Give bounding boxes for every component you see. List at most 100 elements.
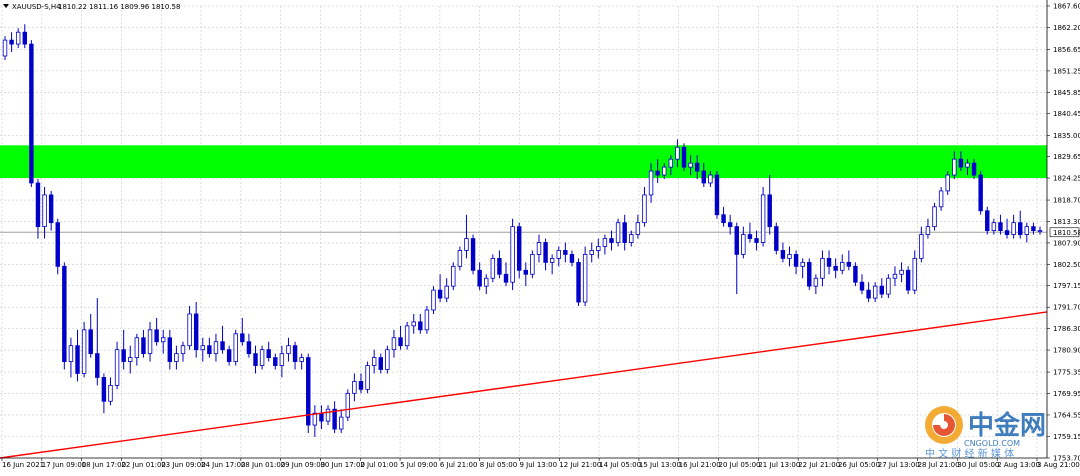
candle-body <box>325 408 331 422</box>
candle-body <box>437 289 443 299</box>
candle-body <box>622 222 627 243</box>
ohlc-label: 1810.22 1811.16 1809.96 1810.58 <box>58 3 180 11</box>
candle-body <box>180 345 186 355</box>
x-tick-label: 3 Aug 21:00 <box>1037 461 1080 469</box>
current-price-tag: 1810.58 <box>1049 227 1080 238</box>
candle-body <box>345 392 351 418</box>
candle-body <box>1004 230 1010 235</box>
price-chart: 1867.60 1862.20 1856.65 1851.25 1845.85 1840.… <box>0 0 1080 472</box>
y-tick-label: 1845.85 <box>1053 89 1080 97</box>
y-tick-label: 1818.70 <box>1053 197 1080 205</box>
candle-body <box>167 337 173 362</box>
price-tag-value: 1810.58 <box>1053 229 1080 237</box>
candle-body <box>523 269 529 275</box>
candle-body <box>767 194 772 228</box>
candle-body <box>35 182 41 228</box>
candle-body <box>787 254 792 259</box>
candle-body <box>991 222 997 232</box>
y-tick-label: 1797.15 <box>1053 282 1080 290</box>
x-tick-label: 20 Jul 05:00 <box>719 461 761 469</box>
x-tick-label: 12 Jul 21:00 <box>559 461 601 469</box>
candle-body <box>470 238 476 271</box>
candle-body <box>780 250 786 259</box>
candle-body <box>365 365 370 390</box>
candle-body <box>681 146 687 168</box>
candle-body <box>807 261 812 287</box>
candle-body <box>279 353 285 366</box>
candle-body <box>200 345 205 351</box>
candle-body <box>708 174 713 184</box>
candle-body <box>978 174 983 212</box>
candle-body <box>582 254 588 303</box>
candle-body <box>629 234 634 243</box>
candle-body <box>22 31 27 45</box>
x-tick-label: 6 Jul 21:00 <box>440 461 478 469</box>
candle-body <box>754 238 759 243</box>
candle-body <box>1037 230 1043 233</box>
candle-body <box>411 321 416 327</box>
candle-body <box>853 265 858 283</box>
candle-body <box>615 222 621 243</box>
candle-body <box>55 222 60 267</box>
candle-body <box>833 265 838 271</box>
candle-body <box>760 194 766 243</box>
candle-body <box>193 313 199 351</box>
candle-body <box>596 246 601 251</box>
candle-body <box>15 31 21 45</box>
candle-body <box>701 170 707 184</box>
y-tick-label: 1856.65 <box>1053 46 1080 54</box>
candle-body <box>338 416 344 430</box>
candle-body <box>668 158 674 168</box>
x-tick-label: 28 Jun 01:00 <box>241 461 285 469</box>
candle-body <box>1018 222 1023 235</box>
x-tick-label: 24 Jun 17:00 <box>201 461 245 469</box>
candle-body <box>859 281 865 291</box>
candle-body <box>576 261 581 303</box>
y-tick-label: 1807.90 <box>1053 239 1080 247</box>
x-tick-label: 5 Jul 09:00 <box>400 461 438 469</box>
y-tick-label: 1786.30 <box>1053 325 1080 333</box>
candle-body <box>108 384 113 402</box>
candle-body <box>477 269 482 287</box>
candle-body <box>714 174 720 216</box>
candle-body <box>549 257 555 263</box>
candle-body <box>259 349 265 366</box>
candle-body <box>134 337 140 358</box>
candle-body <box>813 277 819 287</box>
candle-body <box>510 226 515 283</box>
y-tick-label: 1867.60 <box>1053 3 1080 11</box>
candle-body <box>648 170 654 196</box>
candle-body <box>114 349 120 386</box>
y-tick-label: 1824.25 <box>1053 175 1080 183</box>
brand-site: CNGOLD.COM <box>964 439 1020 448</box>
candle-body <box>971 162 977 176</box>
candle-body <box>905 269 911 291</box>
x-tick-label: 18 Jun 17:00 <box>82 461 126 469</box>
candle-body <box>48 194 54 224</box>
x-tick-label: 26 Jul 05:00 <box>838 461 880 469</box>
y-tick-label: 1862.20 <box>1053 24 1080 32</box>
candle-body <box>174 353 179 362</box>
symbol-label: XAUUSD-S,H4 <box>12 3 61 11</box>
candle-body <box>141 337 146 355</box>
candle-body <box>464 238 469 251</box>
candle-body <box>826 257 832 267</box>
candle-body <box>246 341 252 355</box>
candle-body <box>1031 226 1036 232</box>
x-tick-label: 29 Jun 09:00 <box>281 461 325 469</box>
candle-body <box>490 257 496 279</box>
candle-body <box>431 289 436 311</box>
candle-body <box>800 261 805 267</box>
candle-body <box>398 337 403 347</box>
x-tick-label: 22 Jun 01:00 <box>121 461 165 469</box>
chart-window: 1867.60 1862.20 1856.65 1851.25 1845.85 1840.… <box>0 0 1080 472</box>
x-tick-label: 22 Jul 21:00 <box>798 461 840 469</box>
x-tick-label: 9 Jul 13:00 <box>520 461 558 469</box>
candle-body <box>451 265 456 287</box>
x-tick-label: 14 Jul 05:00 <box>599 461 641 469</box>
candle-body <box>965 162 970 168</box>
candle-body <box>299 357 304 362</box>
candle-body <box>886 277 891 295</box>
x-tick-label: 30 Jul 05:00 <box>957 461 999 469</box>
x-tick-label: 2 Aug 13:00 <box>997 461 1040 469</box>
